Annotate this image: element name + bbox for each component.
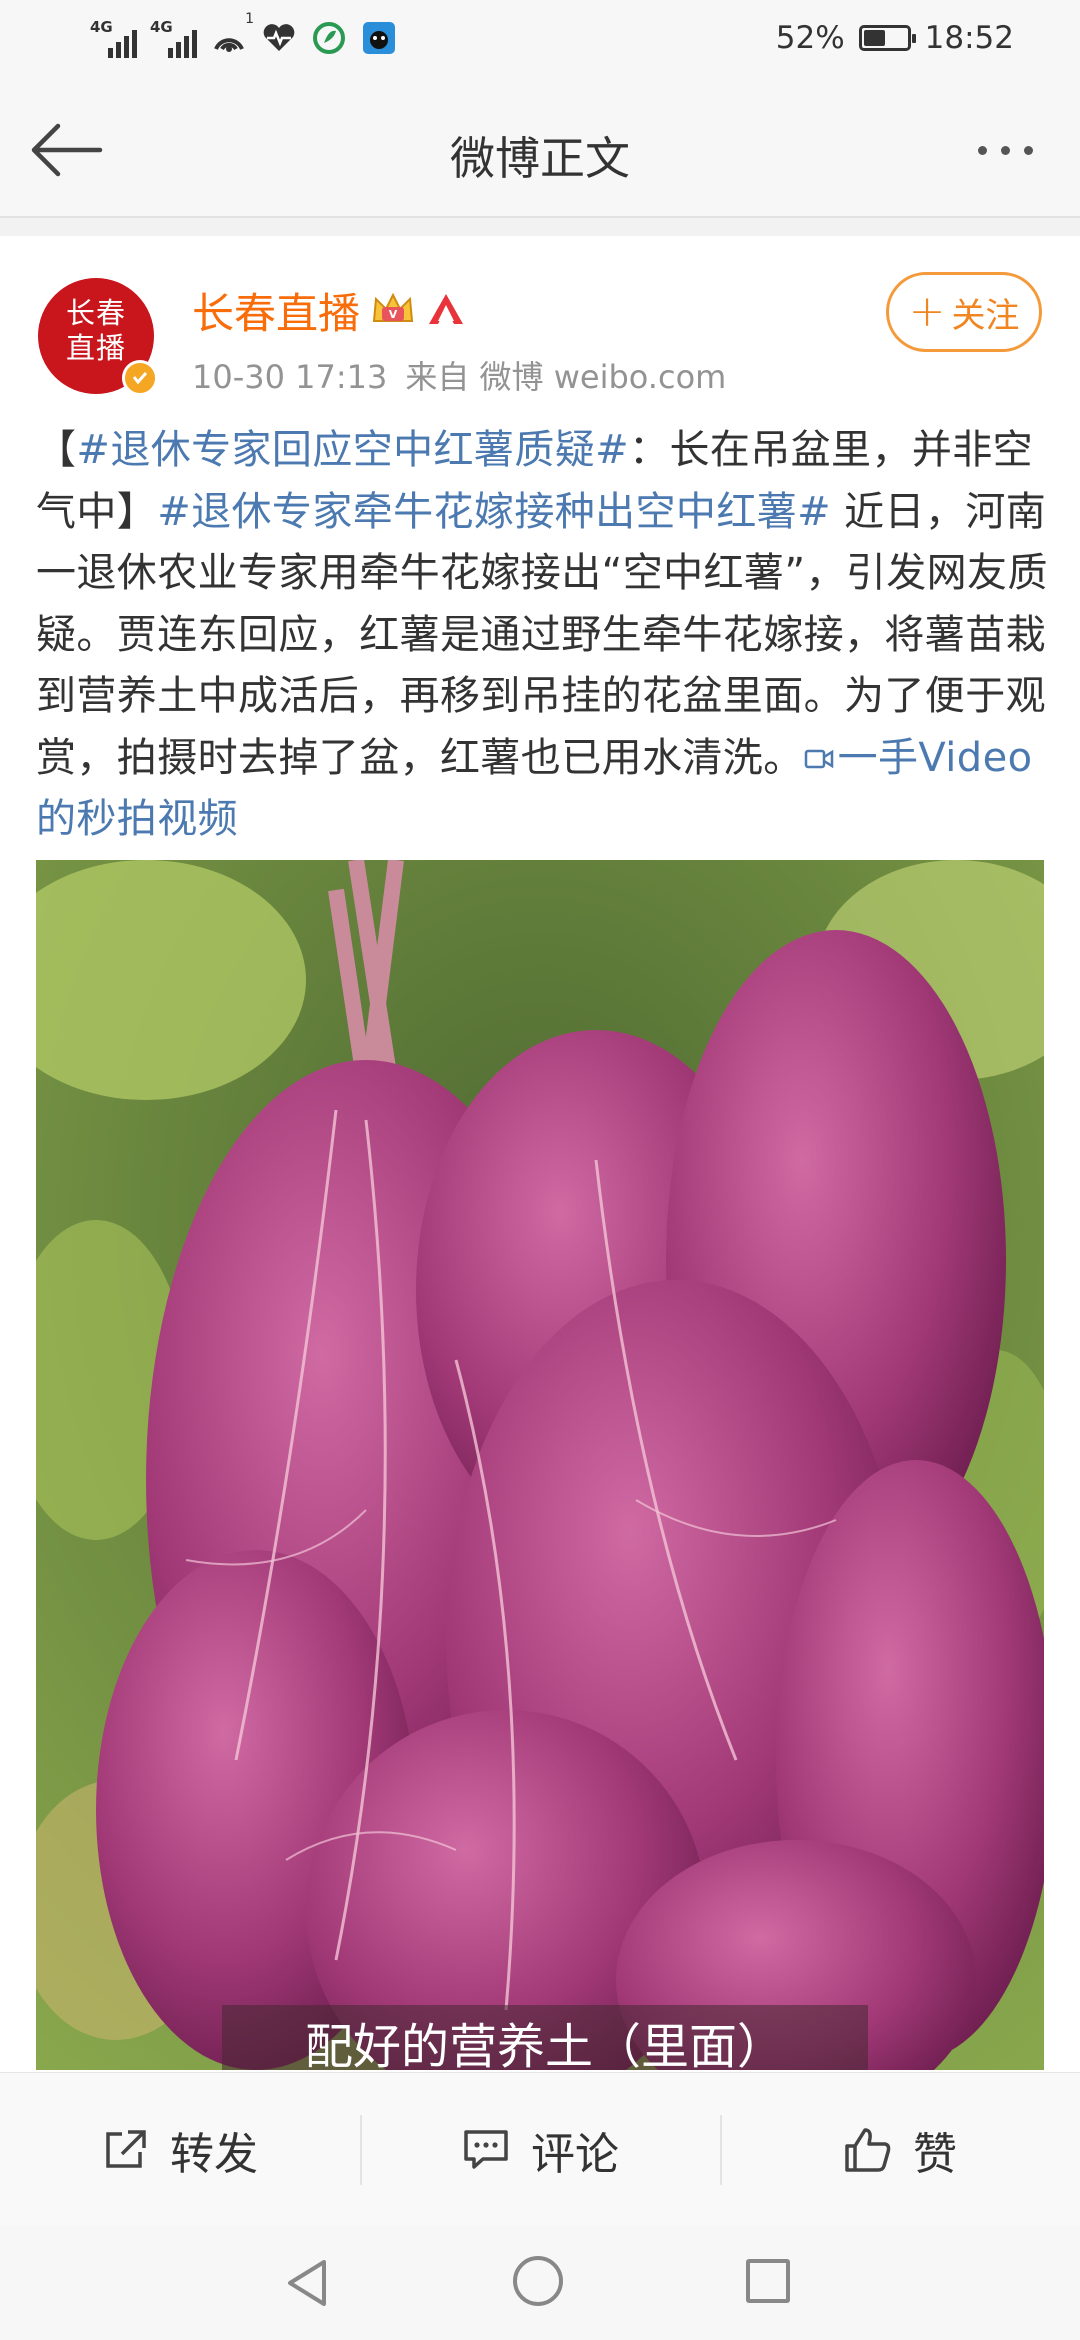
author-row: 长春直播 V [192, 280, 466, 341]
post-timestamp: 10-30 17:13 [192, 358, 388, 396]
status-bar: 4G 4G 1 52% 18:52 [0, 0, 1080, 86]
nav-back-icon[interactable] [284, 2258, 330, 2312]
author-name[interactable]: 长春直播 [192, 280, 360, 341]
more-button[interactable] [978, 132, 1048, 168]
sweet-potato-photo [36, 860, 1044, 2070]
comment-icon [464, 2130, 508, 2169]
plus-icon: + [908, 286, 946, 337]
image-caption: 配好的营养土（里面） [222, 2005, 868, 2070]
avatar[interactable]: 长春 直播 [38, 278, 158, 396]
signal-icon-sim2: 4G [150, 18, 198, 58]
repost-button[interactable]: 转发 [0, 2073, 360, 2227]
divider [0, 218, 1080, 236]
post-source: 来自 微博 weibo.com [405, 358, 727, 396]
nav-home-icon[interactable] [513, 2256, 563, 2306]
system-nav-bar [0, 2226, 1080, 2340]
more-icon [978, 145, 987, 155]
verified-icon [122, 360, 158, 396]
eco-app-icon [310, 19, 348, 57]
post-meta: 10-30 17:13 来自 微博 weibo.com [192, 352, 744, 398]
follow-button[interactable]: + 关注 [886, 272, 1042, 352]
status-icons-left: 4G 4G 1 [90, 11, 398, 58]
svg-text:V: V [389, 308, 398, 321]
status-icons-right: 52% 18:52 [776, 20, 1014, 56]
repost-icon [106, 2130, 146, 2168]
avatar-text-line1: 长春 [65, 296, 126, 330]
like-icon [845, 2128, 891, 2172]
top-nav-bar: 微博正文 [0, 86, 1080, 218]
video-icon [804, 749, 833, 768]
nav-recent-icon[interactable] [746, 2259, 790, 2303]
health-icon [260, 19, 298, 57]
like-button[interactable]: 赞 [720, 2073, 1080, 2227]
vip-icon [426, 291, 466, 331]
app-notification-icon [360, 19, 398, 57]
page-title: 微博正文 [449, 132, 630, 185]
follow-label: 关注 [951, 295, 1020, 336]
crown-icon: V [370, 289, 416, 333]
battery-icon [858, 25, 916, 51]
signal-icon-sim1: 4G [90, 18, 138, 58]
hashtag-link[interactable]: #退休专家牵牛花嫁接种出空中红薯# [157, 489, 831, 535]
hashtag-link[interactable]: #退休专家回应空中红薯质疑# [76, 427, 629, 473]
post-image[interactable]: 配好的营养土（里面） [36, 860, 1044, 2070]
clock: 18:52 [924, 20, 1014, 56]
hotspot-count: 1 [245, 11, 254, 27]
battery-fill [863, 30, 886, 46]
comment-button[interactable]: 评论 [360, 2073, 720, 2227]
hotspot-icon: 1 [210, 11, 254, 57]
post-text: 【#退休专家回应空中红薯质疑#：长在吊盆里，并非空气中】#退休专家牵牛花嫁接种出… [36, 427, 1048, 842]
battery-percent: 52% [775, 20, 845, 56]
post-action-bar: 转发 评论 赞 [0, 2072, 1080, 2227]
